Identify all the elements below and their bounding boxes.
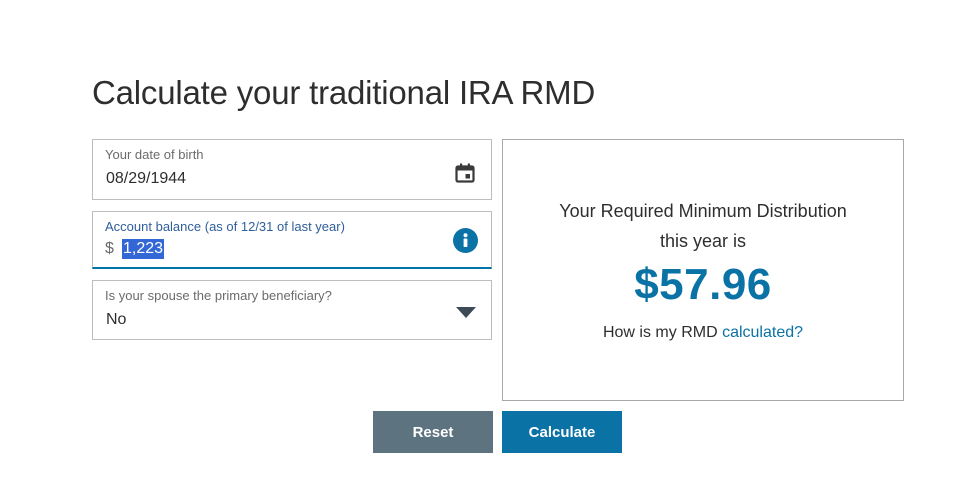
currency-symbol: $ [105, 240, 114, 257]
rmd-calculator-page: Calculate your traditional IRA RMD Your … [0, 0, 975, 488]
result-heading-line1: Your Required Minimum Distribution [559, 201, 847, 221]
rmd-explanation-row: How is my RMD calculated? [503, 324, 903, 342]
spouse-beneficiary-value[interactable]: No [106, 311, 126, 329]
result-heading-line2: this year is [659, 231, 747, 251]
reset-button[interactable]: Reset [373, 411, 493, 453]
info-icon[interactable] [453, 228, 478, 253]
date-of-birth-label: Your date of birth [105, 147, 204, 162]
result-heading: Your Required Minimum Distribution this … [503, 196, 903, 256]
account-balance-input[interactable]: 1,223 [122, 239, 165, 259]
date-of-birth-field[interactable]: Your date of birth 08/29/1944 [92, 139, 492, 200]
account-balance-field[interactable]: Account balance (as of 12/31 of last yea… [92, 211, 492, 269]
spouse-beneficiary-select[interactable]: Is your spouse the primary beneficiary? … [92, 280, 492, 340]
rmd-result-panel: Your Required Minimum Distribution this … [502, 139, 904, 401]
calendar-icon[interactable] [455, 163, 475, 183]
rmd-explanation-prefix: How is my RMD [602, 324, 723, 341]
chevron-down-icon[interactable] [456, 306, 476, 318]
calculate-button[interactable]: Calculate [502, 411, 622, 453]
account-balance-label: Account balance (as of 12/31 of last yea… [105, 219, 345, 234]
page-title: Calculate your traditional IRA RMD [92, 74, 596, 111]
rmd-calculated-link[interactable]: calculated? [722, 324, 803, 341]
spouse-beneficiary-label: Is your spouse the primary beneficiary? [105, 288, 332, 303]
date-of-birth-value[interactable]: 08/29/1944 [106, 170, 186, 188]
rmd-amount: $57.96 [634, 260, 772, 309]
